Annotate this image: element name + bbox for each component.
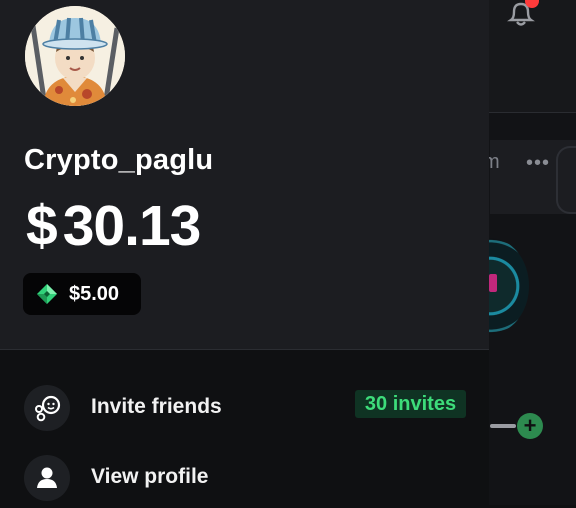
decrease-button[interactable] — [490, 424, 516, 428]
bonus-balance-chip[interactable]: $5.00 — [23, 273, 141, 315]
menu-item-invite-friends[interactable]: Invite friends 30 invites — [0, 378, 489, 438]
side-drawer: Crypto_paglu $30.13 $5.00 Invite friends… — [0, 0, 489, 505]
background-tab-edge — [556, 146, 576, 214]
username: Crypto_paglu — [24, 144, 214, 176]
menu-item-view-profile[interactable]: View profile — [0, 448, 489, 508]
invites-count-badge: 30 invites — [355, 390, 466, 418]
avatar-illustration — [25, 6, 125, 106]
invite-friends-icon — [24, 385, 70, 431]
increase-button[interactable]: + — [517, 413, 543, 439]
gem-icon — [37, 284, 57, 304]
more-options-icon[interactable]: ••• — [526, 152, 550, 175]
wallet-balance: $30.13 — [26, 193, 202, 259]
game-token-center — [489, 274, 497, 292]
balance-amount: 30.13 — [62, 194, 202, 258]
profile-header: Crypto_paglu $30.13 $5.00 — [0, 0, 489, 350]
avatar[interactable] — [25, 6, 125, 106]
menu-item-label: View profile — [91, 465, 209, 488]
user-icon — [24, 455, 70, 501]
menu-item-label: Invite friends — [91, 395, 222, 418]
balance-currency: $ — [26, 194, 58, 258]
bonus-amount: $5.00 — [69, 283, 120, 305]
